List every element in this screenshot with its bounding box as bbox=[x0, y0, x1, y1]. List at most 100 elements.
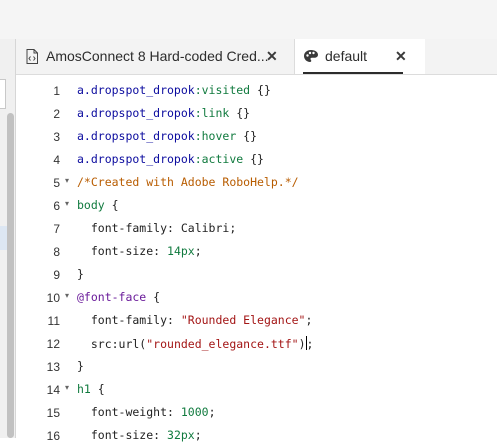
code-line[interactable]: 8 font-size: 14px; bbox=[16, 240, 497, 263]
code-token: ; bbox=[305, 313, 313, 327]
palette-icon bbox=[303, 49, 319, 63]
line-number: 8 bbox=[53, 245, 60, 259]
line-number: 10 bbox=[46, 291, 60, 305]
fold-toggle-icon[interactable]: ▾ bbox=[65, 291, 69, 300]
code-token: a.dropspot_dropok bbox=[77, 129, 195, 143]
code-token: 32px bbox=[167, 428, 195, 442]
code-token: :hover bbox=[194, 129, 237, 143]
tab-title: AmosConnect 8 Hard-coded Cred... bbox=[46, 48, 269, 64]
code-token: {} bbox=[229, 106, 251, 120]
code-text: a.dropspot_dropok:active {} bbox=[77, 152, 264, 166]
fold-toggle-icon[interactable]: ▾ bbox=[65, 176, 69, 185]
line-number: 12 bbox=[46, 337, 60, 351]
code-line[interactable]: 2 a.dropspot_dropok:link {} bbox=[16, 102, 497, 125]
code-token: src:url( bbox=[77, 337, 147, 351]
line-number: 6 bbox=[53, 199, 60, 213]
code-text: @font-face { bbox=[77, 290, 160, 304]
code-token: 14px bbox=[167, 244, 195, 258]
code-token: ; bbox=[208, 405, 216, 419]
code-file-icon bbox=[26, 49, 38, 64]
code-token: {} bbox=[250, 83, 271, 97]
code-line[interactable]: 9} bbox=[16, 263, 497, 286]
code-text: a.dropspot_dropok:hover {} bbox=[77, 129, 257, 143]
code-line[interactable]: 6 ▾ body { bbox=[16, 194, 497, 217]
code-token: {} bbox=[243, 152, 264, 166]
code-token: font-family: Calibri; bbox=[77, 221, 237, 235]
code-text: /*Created with Adobe RoboHelp.*/ bbox=[77, 175, 299, 189]
code-token: font-size: bbox=[77, 428, 168, 442]
code-token: font-weight: bbox=[77, 405, 181, 419]
code-text: h1 { bbox=[77, 382, 105, 396]
code-token: ; bbox=[306, 337, 314, 351]
line-number: 11 bbox=[47, 314, 60, 328]
code-line[interactable]: 1 a.dropspot_dropok:visited {} bbox=[16, 79, 497, 102]
code-token: { bbox=[90, 382, 105, 396]
tab-amosconnect[interactable]: AmosConnect 8 Hard-coded Cred... ✕ bbox=[16, 39, 295, 74]
code-token: body bbox=[77, 198, 105, 212]
tab-default[interactable]: default ✕ bbox=[295, 39, 425, 74]
code-token: @font-face bbox=[77, 290, 147, 304]
code-line[interactable]: 13} bbox=[16, 355, 497, 378]
code-text: src:url("rounded_elegance.ttf"); bbox=[77, 336, 313, 351]
fold-toggle-icon[interactable]: ▾ bbox=[65, 199, 69, 208]
line-number: 4 bbox=[53, 153, 60, 167]
code-line[interactable]: 3 a.dropspot_dropok:hover {} bbox=[16, 125, 497, 148]
code-token: :active bbox=[194, 152, 244, 166]
code-text: font-family: "Rounded Elegance"; bbox=[77, 313, 313, 327]
code-token: h1 bbox=[77, 382, 91, 396]
line-number: 15 bbox=[46, 406, 60, 420]
code-line[interactable]: 16 font-size: 32px; bbox=[16, 424, 497, 447]
code-text: body { bbox=[77, 198, 119, 212]
line-number: 14 bbox=[46, 383, 60, 397]
code-line[interactable]: 15 font-weight: 1000; bbox=[16, 401, 497, 424]
code-text: a.dropspot_dropok:visited {} bbox=[77, 83, 271, 97]
code-line[interactable]: 11 font-family: "Rounded Elegance"; bbox=[16, 309, 497, 332]
code-text: } bbox=[77, 359, 84, 373]
code-token: {} bbox=[236, 129, 258, 143]
code-token: a.dropspot_dropok bbox=[77, 83, 195, 97]
line-number: 3 bbox=[53, 130, 60, 144]
code-token: :visited bbox=[194, 83, 251, 97]
close-icon[interactable]: ✕ bbox=[395, 48, 407, 65]
code-token: font-family: bbox=[77, 313, 181, 327]
fold-toggle-icon[interactable]: ▾ bbox=[65, 383, 69, 392]
left-panel-selected-item[interactable] bbox=[0, 226, 7, 250]
code-text: a.dropspot_dropok:link {} bbox=[77, 106, 250, 120]
tab-bar: AmosConnect 8 Hard-coded Cred... ✕ defau… bbox=[16, 39, 497, 75]
code-line[interactable]: 10 ▾ @font-face { bbox=[16, 286, 497, 309]
code-token: { bbox=[146, 290, 161, 304]
line-number: 2 bbox=[53, 107, 60, 121]
code-line[interactable]: 14 ▾ h1 { bbox=[16, 378, 497, 401]
line-number: 7 bbox=[53, 222, 60, 236]
code-token: ) bbox=[298, 337, 306, 351]
code-text: font-size: 32px; bbox=[77, 428, 202, 442]
code-text: font-weight: 1000; bbox=[77, 405, 216, 419]
code-token: a.dropspot_dropok bbox=[77, 152, 195, 166]
code-token: font-size: bbox=[77, 244, 168, 258]
line-number: 9 bbox=[53, 268, 60, 282]
left-panel-scrollbar[interactable] bbox=[7, 113, 14, 438]
code-text: } bbox=[77, 267, 84, 281]
code-line[interactable]: 5 ▾ /*Created with Adobe RoboHelp.*/ bbox=[16, 171, 497, 194]
code-token: ; bbox=[194, 428, 202, 442]
code-token: "Rounded Elegance" bbox=[180, 313, 306, 327]
left-panel-input[interactable] bbox=[0, 79, 6, 109]
code-token: } bbox=[77, 267, 84, 281]
code-text: font-family: Calibri; bbox=[77, 221, 236, 235]
code-token: a.dropspot_dropok bbox=[77, 106, 195, 120]
code-token: } bbox=[77, 359, 84, 373]
line-number: 5 bbox=[53, 176, 60, 190]
code-editor[interactable]: 1 a.dropspot_dropok:visited {} 2 a.dropspot… bbox=[16, 75, 497, 443]
close-icon[interactable]: ✕ bbox=[266, 48, 278, 65]
top-bar bbox=[0, 0, 497, 39]
line-number: 16 bbox=[46, 429, 60, 443]
code-token: 1000 bbox=[180, 405, 209, 419]
code-token: "rounded_elegance.ttf" bbox=[146, 337, 299, 351]
tab-title: default bbox=[325, 48, 368, 64]
code-line[interactable]: 4 a.dropspot_dropok:active {} bbox=[16, 148, 497, 171]
code-line[interactable]: 7 font-family: Calibri; bbox=[16, 217, 497, 240]
line-number: 1 bbox=[53, 84, 60, 98]
code-line[interactable]: 12 src:url("rounded_elegance.ttf"); bbox=[16, 332, 497, 355]
line-number: 13 bbox=[46, 360, 60, 374]
code-token: :link bbox=[194, 106, 230, 120]
